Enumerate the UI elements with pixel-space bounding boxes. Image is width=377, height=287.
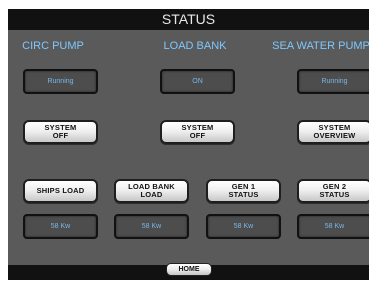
load-bank-load-readout: 58 Kw bbox=[114, 214, 189, 239]
status-panel: STATUS CIRC PUMP LOAD BANK SEA WATER PUM… bbox=[8, 9, 369, 280]
load-bank-load-label: LOAD BANK LOAD bbox=[128, 182, 175, 199]
circ-pump-system-off-label: SYSTEM OFF bbox=[44, 123, 77, 140]
circ-pump-status-readout: Running bbox=[23, 69, 98, 94]
ships-load-button[interactable]: SHIPS LOAD bbox=[23, 179, 98, 203]
load-bank-status-readout: ON bbox=[160, 69, 235, 94]
system-overview-label: SYSTEM OVERVIEW bbox=[313, 123, 356, 140]
gen1-load-readout: 58 Kw bbox=[206, 214, 281, 239]
ships-load-label: SHIPS LOAD bbox=[36, 186, 85, 195]
gen1-status-label: GEN 1 STATUS bbox=[228, 182, 259, 199]
gen2-load-readout: 58 Kw bbox=[297, 214, 369, 239]
circ-pump-system-off-button[interactable]: SYSTEM OFF bbox=[23, 120, 98, 144]
sea-water-pump-heading: SEA WATER PUMP bbox=[272, 40, 369, 52]
load-bank-heading: LOAD BANK bbox=[163, 40, 227, 52]
gen2-status-label: GEN 2 STATUS bbox=[319, 182, 350, 199]
home-button[interactable]: HOME bbox=[166, 263, 212, 276]
screen: STATUS CIRC PUMP LOAD BANK SEA WATER PUM… bbox=[0, 0, 377, 287]
system-overview-button[interactable]: SYSTEM OVERVIEW bbox=[297, 120, 369, 144]
load-bank-load-button[interactable]: LOAD BANK LOAD bbox=[114, 179, 189, 203]
sea-water-pump-status-readout: Running bbox=[297, 69, 369, 94]
load-bank-system-off-button[interactable]: SYSTEM OFF bbox=[160, 120, 235, 144]
title-bar: STATUS bbox=[8, 9, 369, 30]
gen1-status-button[interactable]: GEN 1 STATUS bbox=[206, 179, 281, 203]
gen2-status-button[interactable]: GEN 2 STATUS bbox=[297, 179, 369, 203]
ships-load-readout: 58 Kw bbox=[23, 214, 98, 239]
load-bank-system-off-label: SYSTEM OFF bbox=[181, 123, 214, 140]
circ-pump-heading: CIRC PUMP bbox=[22, 40, 84, 52]
page-title: STATUS bbox=[161, 11, 216, 27]
